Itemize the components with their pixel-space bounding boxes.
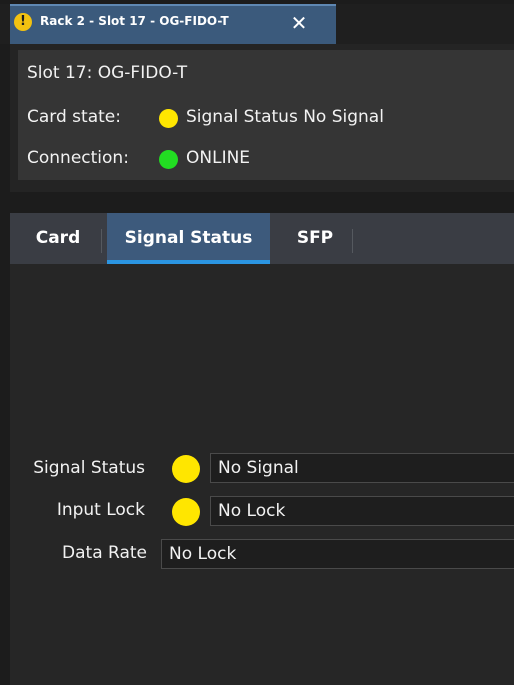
warning-icon: ! xyxy=(14,13,32,31)
signal-status-label: Signal Status xyxy=(33,458,145,478)
slot-title: Slot 17: OG-FIDO-T xyxy=(27,63,188,83)
card-state-label: Card state: xyxy=(27,107,121,127)
document-tab-title: Rack 2 - Slot 17 - OG-FIDO-T xyxy=(40,14,229,28)
tab-card[interactable]: Card xyxy=(14,213,102,264)
input-lock-indicator xyxy=(172,498,200,526)
data-rate-field: No Lock xyxy=(161,539,514,569)
data-rate-label: Data Rate xyxy=(62,543,147,563)
tab-separator xyxy=(101,229,102,253)
connection-indicator xyxy=(159,150,178,169)
signal-status-field: No Signal xyxy=(210,453,514,483)
tab-signal-status[interactable]: Signal Status xyxy=(107,213,270,264)
tab-bar: Card Signal Status SFP xyxy=(10,213,514,264)
connection-value: ONLINE xyxy=(186,148,251,168)
input-lock-field: No Lock xyxy=(210,496,514,526)
tab-separator xyxy=(352,229,353,253)
input-lock-label: Input Lock xyxy=(56,500,145,520)
card-state-value: Signal Status No Signal xyxy=(186,107,384,127)
close-icon[interactable]: ✕ xyxy=(288,12,310,34)
signal-status-indicator xyxy=(172,455,200,483)
connection-label: Connection: xyxy=(27,148,129,168)
tab-sfp[interactable]: SFP xyxy=(280,213,350,264)
card-state-indicator xyxy=(159,109,178,128)
